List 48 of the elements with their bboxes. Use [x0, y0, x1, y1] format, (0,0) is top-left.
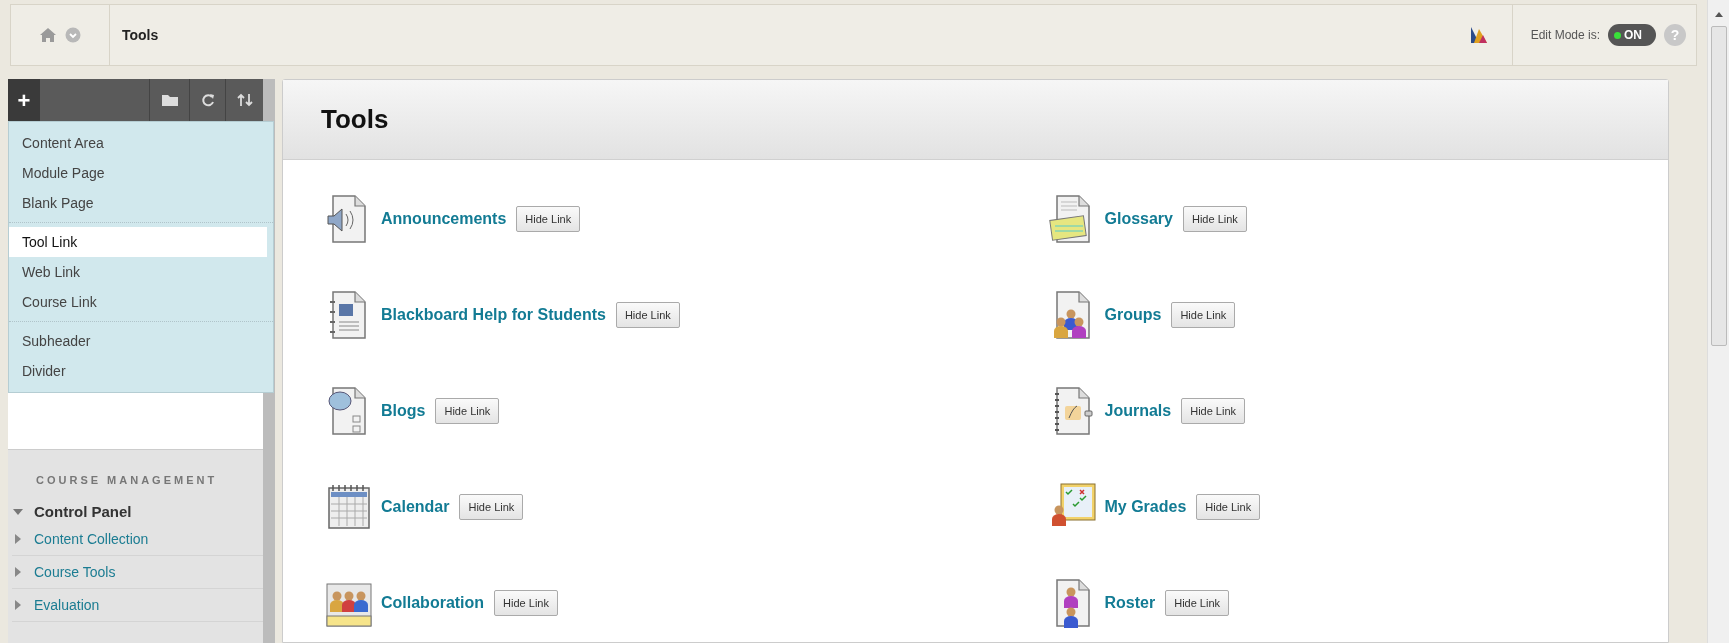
tree-item[interactable]: Control Panel [34, 500, 132, 523]
calendar-icon [325, 482, 373, 532]
section-title: COURSE MANAGEMENT [36, 473, 219, 488]
hide-link-button[interactable]: Hide Link [459, 494, 524, 520]
menu-item[interactable]: Web Link [9, 257, 267, 287]
tool-link[interactable]: Journals [1104, 399, 1172, 423]
tool-link[interactable]: Collaboration [381, 591, 485, 615]
tool-link[interactable]: Calendar [381, 495, 450, 519]
sort-arrows-icon [236, 93, 253, 107]
color-palette-icon[interactable] [1469, 26, 1488, 44]
menu-item[interactable]: Divider [9, 356, 267, 386]
tool-link[interactable]: Blogs [381, 399, 426, 423]
add-menu-item-button[interactable]: + [8, 79, 40, 121]
tool-link[interactable]: My Grades [1104, 495, 1187, 519]
edit-mode-label: Edit Mode is: [1530, 27, 1600, 44]
hide-link-button[interactable]: Hide Link [615, 302, 680, 328]
tree-item[interactable]: Course Tools [34, 561, 116, 583]
hide-link-button[interactable]: Hide Link [435, 398, 500, 424]
tool-link[interactable]: Roster [1104, 591, 1156, 615]
tool-link[interactable]: Glossary [1104, 207, 1173, 231]
hide-link-button[interactable]: Hide Link [1196, 494, 1261, 520]
home-icon[interactable] [39, 27, 57, 43]
hide-link-button[interactable]: Hide Link [1181, 398, 1246, 424]
tool-link[interactable]: Blackboard Help for Students [381, 303, 606, 327]
scrollbar[interactable] [1707, 0, 1729, 643]
folder-icon [160, 93, 179, 107]
tool-link[interactable]: Announcements [381, 207, 507, 231]
menu-item[interactable]: Subheader [9, 326, 267, 356]
menu-item[interactable]: Module Page [9, 158, 267, 188]
tree-item[interactable]: Evaluation [34, 594, 100, 616]
chevron-down-circle-icon[interactable] [65, 27, 81, 43]
menu-item[interactable]: Content Area [9, 128, 267, 158]
hide-link-button[interactable]: Hide Link [494, 590, 558, 616]
edit-mode-toggle[interactable]: ON [1608, 24, 1656, 46]
tool-link[interactable]: Groups [1104, 303, 1162, 327]
breadcrumb-title: Tools [122, 25, 159, 45]
hide-link-button[interactable]: Hide Link [1171, 302, 1236, 328]
hide-link-button[interactable]: Hide Link [516, 206, 581, 232]
hide-link-button[interactable]: Hide Link [1183, 206, 1247, 232]
menu-item[interactable]: Tool Link [9, 227, 267, 257]
menu-item[interactable]: Blank Page [9, 188, 267, 218]
scroll-up-arrow-icon[interactable] [1713, 10, 1724, 18]
scrollbar-thumb[interactable] [1710, 26, 1727, 346]
tree-item[interactable]: Content Collection [34, 528, 149, 550]
refresh-icon [200, 93, 215, 107]
menu-item[interactable]: Course Link [9, 287, 267, 317]
page-title: Tools [321, 103, 389, 136]
hide-link-button[interactable]: Hide Link [1165, 590, 1230, 616]
